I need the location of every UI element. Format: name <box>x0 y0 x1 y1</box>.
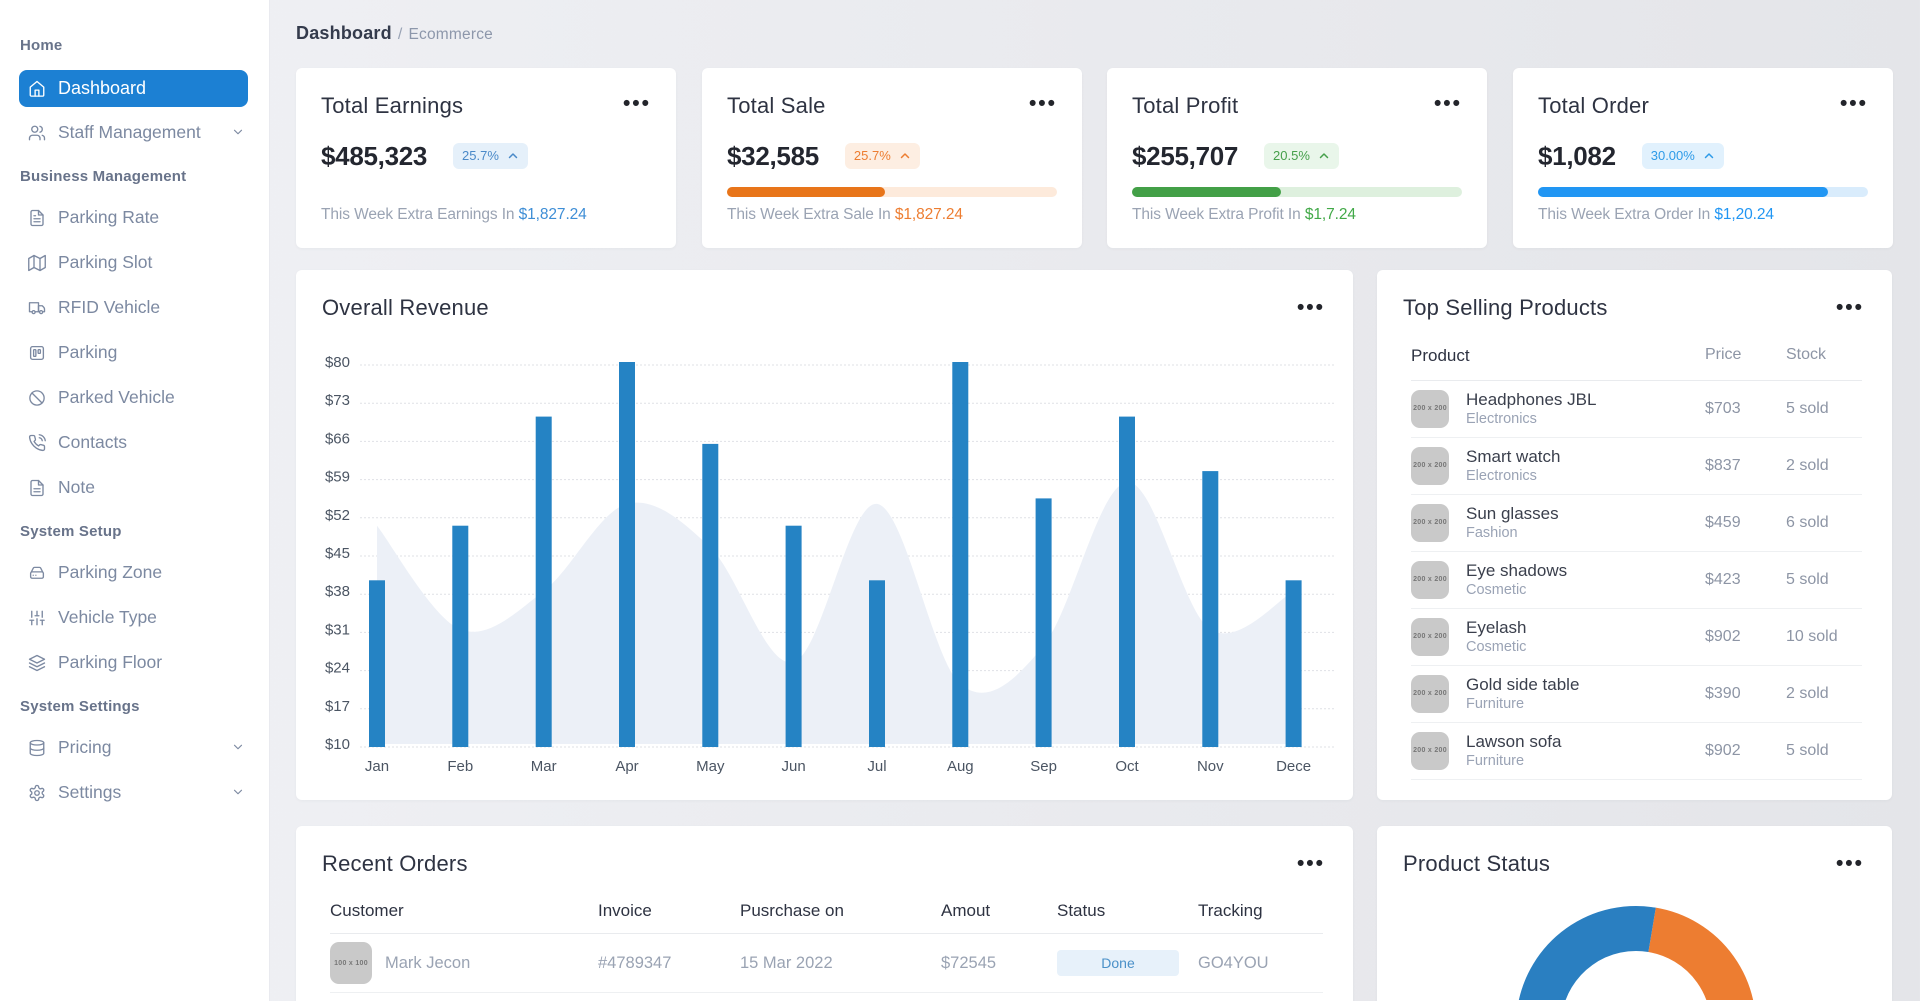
svg-text:Mar: Mar <box>531 758 557 775</box>
svg-text:$17: $17 <box>325 698 350 715</box>
svg-text:$38: $38 <box>325 583 350 600</box>
svg-text:$66: $66 <box>325 430 350 447</box>
svg-text:$59: $59 <box>325 469 350 486</box>
svg-text:Dece: Dece <box>1276 758 1311 775</box>
svg-text:$80: $80 <box>325 354 350 371</box>
svg-text:$45: $45 <box>325 545 350 562</box>
svg-text:Apr: Apr <box>615 758 638 775</box>
svg-text:$24: $24 <box>325 660 350 677</box>
svg-text:$73: $73 <box>325 392 350 409</box>
svg-text:Oct: Oct <box>1115 758 1139 775</box>
svg-text:May: May <box>696 758 725 775</box>
svg-text:Jun: Jun <box>782 758 806 775</box>
svg-text:Nov: Nov <box>1197 758 1224 775</box>
svg-text:Feb: Feb <box>447 758 473 775</box>
svg-text:Jul: Jul <box>867 758 886 775</box>
svg-text:Jan: Jan <box>365 758 389 775</box>
svg-text:$10: $10 <box>325 736 350 753</box>
svg-text:Aug: Aug <box>947 758 974 775</box>
svg-text:Sep: Sep <box>1030 758 1057 775</box>
svg-text:$52: $52 <box>325 507 350 524</box>
svg-text:$31: $31 <box>325 621 350 638</box>
